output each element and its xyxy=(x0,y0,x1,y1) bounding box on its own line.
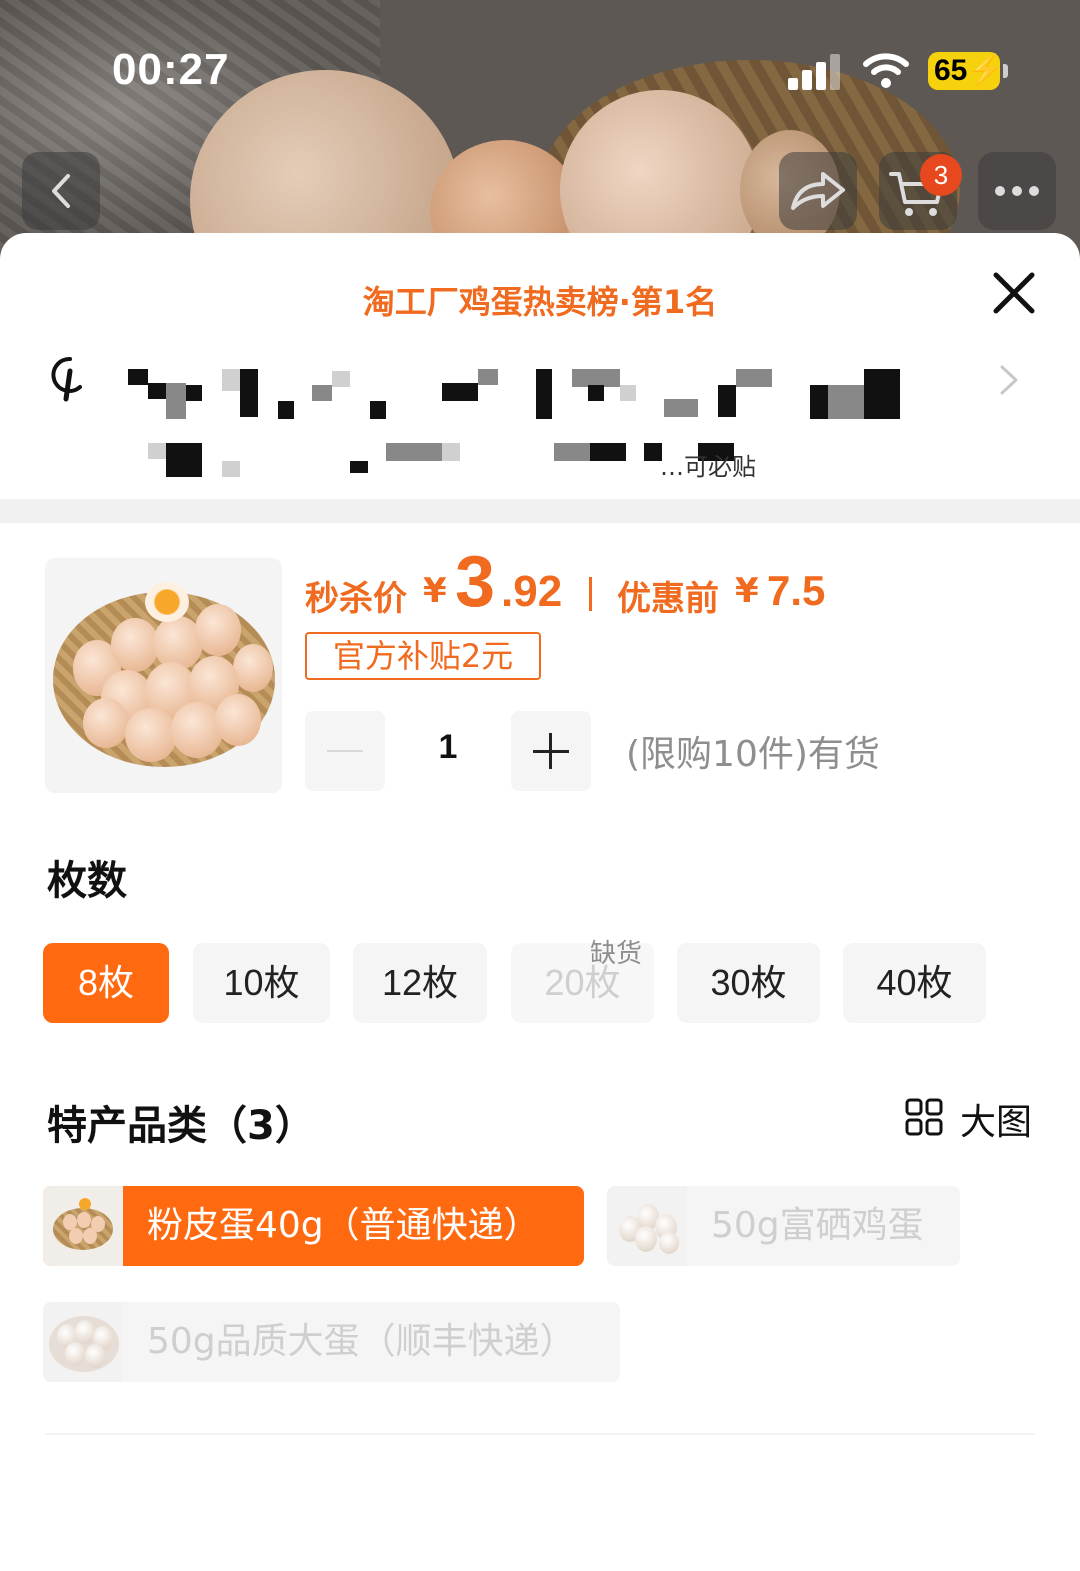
stock-note: (限购10件)有货 xyxy=(626,734,880,775)
section-divider xyxy=(0,499,1080,523)
category-item[interactable]: 粉皮蛋40g（普通快递） xyxy=(43,1186,584,1266)
option-30[interactable]: 30枚 xyxy=(677,943,820,1023)
price-decimal: .92 xyxy=(501,567,563,616)
redacted-promo-text xyxy=(128,441,908,477)
share-icon xyxy=(791,172,845,210)
battery-indicator: 65⚡ xyxy=(928,52,1008,90)
flash-sale-label: 秒杀价 xyxy=(305,579,407,619)
subsidy-tag: 官方补贴2元 xyxy=(305,632,541,680)
cart-count-badge: 3 xyxy=(920,154,962,196)
price-separator xyxy=(589,577,592,611)
ranking-banner[interactable]: 淘工厂鸡蛋热卖榜·第1名 xyxy=(0,277,1080,323)
category-item[interactable]: 50g富硒鸡蛋 xyxy=(607,1186,960,1266)
category-thumbnail xyxy=(43,1186,123,1266)
option-8[interactable]: 8枚 xyxy=(43,943,169,1023)
category-label: 粉皮蛋40g（普通快递） xyxy=(147,1205,540,1246)
share-button[interactable] xyxy=(779,152,857,230)
option-12[interactable]: 12枚 xyxy=(353,943,487,1023)
egg-yolk xyxy=(145,582,189,622)
option-10[interactable]: 10枚 xyxy=(193,943,330,1023)
original-price-label: 优惠前 xyxy=(617,579,719,619)
more-button[interactable] xyxy=(978,152,1056,230)
price-integer: 3 xyxy=(455,542,496,622)
category-label: 50g品质大蛋（顺丰快递） xyxy=(147,1321,576,1362)
currency-symbol: ¥ xyxy=(735,571,759,611)
chevron-left-icon xyxy=(52,174,70,208)
section-divider xyxy=(45,1433,1035,1435)
wifi-icon xyxy=(863,53,909,88)
large-view-toggle[interactable]: 大图 xyxy=(960,1093,1032,1145)
quantity-increase-button[interactable] xyxy=(511,711,591,791)
cellular-signal-icon xyxy=(788,54,844,90)
chevron-right-icon[interactable] xyxy=(996,363,1022,397)
count-section-title: 枚数 xyxy=(47,858,127,904)
currency-symbol: ¥ xyxy=(423,571,447,611)
battery-level: 65 xyxy=(934,54,968,87)
out-of-stock-tag: 缺货 xyxy=(590,939,643,969)
back-button[interactable] xyxy=(22,152,100,230)
sku-selector-sheet: 淘工厂鸡蛋热卖榜·第1名 …可必贴 秒杀价 ¥ 3 .92 优惠前 ¥ 7.5 … xyxy=(0,233,1080,1571)
option-40[interactable]: 40枚 xyxy=(843,943,986,1023)
promo-text-tail: …可必贴 xyxy=(660,453,756,481)
quantity-decrease-button[interactable] xyxy=(305,711,385,791)
category-thumbnail xyxy=(43,1302,123,1382)
category-section-title: 特产品类（3） xyxy=(47,1103,315,1149)
close-icon[interactable] xyxy=(988,267,1040,319)
grid-view-icon[interactable] xyxy=(904,1097,944,1137)
charging-bolt-icon: ⚡ xyxy=(967,54,1005,87)
coupon-icon xyxy=(51,356,82,402)
redacted-promo-text xyxy=(128,365,908,421)
original-price: 7.5 xyxy=(767,567,826,614)
status-bar: 00:27 65⚡ xyxy=(0,0,1080,140)
quantity-value[interactable]: 1 xyxy=(400,728,496,767)
category-item[interactable]: 50g品质大蛋（顺丰快递） xyxy=(43,1302,620,1382)
category-label: 50g富硒鸡蛋 xyxy=(711,1205,924,1246)
category-thumbnail xyxy=(607,1186,687,1266)
more-dots-icon xyxy=(995,186,1039,196)
product-thumbnail[interactable] xyxy=(45,558,282,793)
status-time: 00:27 xyxy=(112,45,230,94)
